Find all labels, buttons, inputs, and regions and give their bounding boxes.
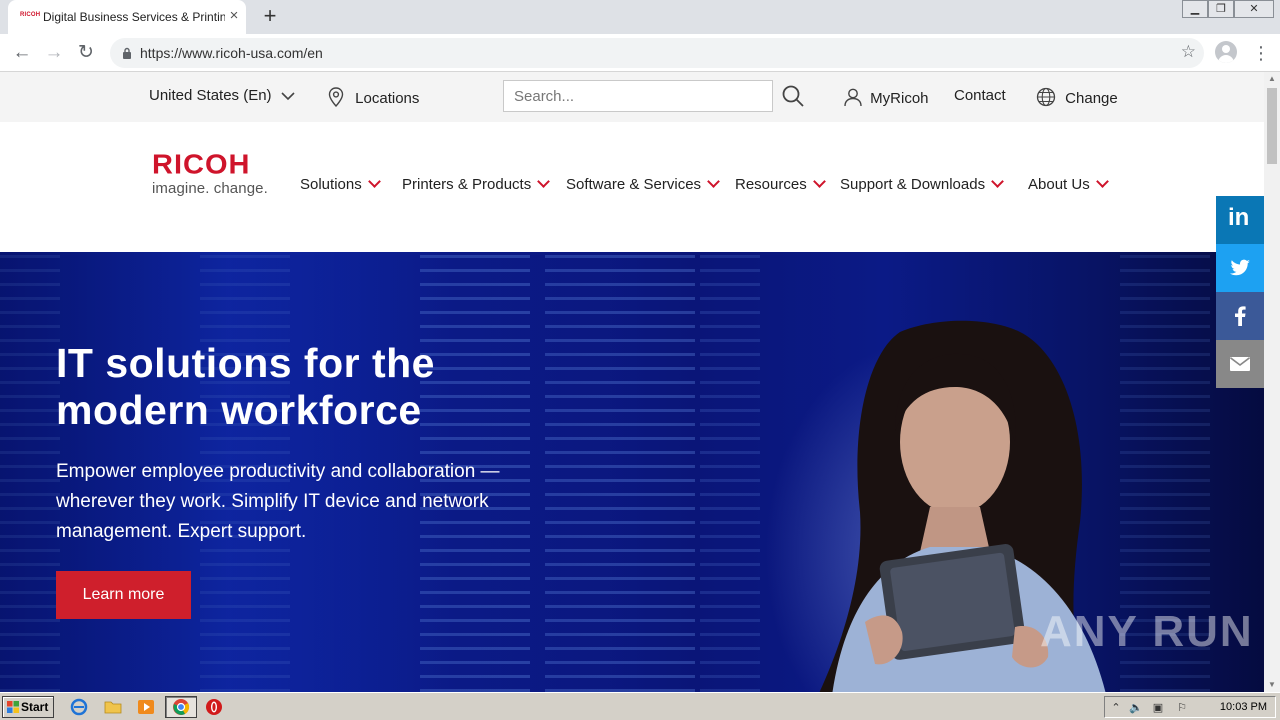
- nav-item-resources[interactable]: Resources: [735, 175, 826, 193]
- browser-tab[interactable]: RICOH Digital Business Services & Printi…: [8, 0, 246, 34]
- tab-close-icon[interactable]: ×: [226, 8, 242, 24]
- nav-label: Resources: [735, 176, 807, 193]
- email-icon: [1230, 357, 1250, 371]
- locations-link[interactable]: Locations: [327, 87, 420, 108]
- search-icon[interactable]: [781, 84, 805, 108]
- main-navigation: RICOH imagine. change. Solutions Printer…: [0, 122, 1264, 252]
- scroll-down-icon[interactable]: ▼: [1264, 678, 1280, 692]
- nav-item-solutions[interactable]: Solutions: [300, 175, 381, 193]
- nav-item-software-services[interactable]: Software & Services: [566, 175, 720, 193]
- locations-label: Locations: [355, 90, 420, 107]
- utility-bar: United States (En) Locations MyRicoh Con…: [0, 72, 1264, 122]
- scroll-up-icon[interactable]: ▲: [1264, 72, 1280, 86]
- country-selector[interactable]: United States (En): [149, 87, 296, 104]
- email-share-button[interactable]: [1216, 340, 1264, 388]
- logo-tagline: imagine. change.: [152, 180, 268, 197]
- profile-avatar-icon[interactable]: [1215, 41, 1237, 63]
- folder-icon[interactable]: [104, 698, 122, 716]
- logo-wordmark: RICOH: [152, 149, 251, 181]
- bookmark-star-icon[interactable]: ☆: [1181, 42, 1196, 62]
- browser-toolbar: ← → ↻ https://www.ricoh-usa.com/en ☆: [0, 34, 1280, 72]
- forward-arrow-icon[interactable]: →: [41, 40, 67, 66]
- tray-expand-icon[interactable]: ⌃: [1109, 701, 1123, 715]
- address-bar[interactable]: https://www.ricoh-usa.com/en ☆: [110, 38, 1204, 68]
- linkedin-icon: in: [1228, 204, 1250, 231]
- window-close-button[interactable]: ✕: [1234, 0, 1274, 18]
- hero-body: Empower employee productivity and collab…: [56, 461, 500, 542]
- globe-icon: [1036, 87, 1056, 107]
- change-region-link[interactable]: Change: [1036, 87, 1118, 107]
- network-icon[interactable]: ▣: [1151, 701, 1165, 715]
- page-scrollbar[interactable]: ▲ ▼: [1264, 72, 1280, 692]
- system-tray: ⌃ 🔈 ▣ ⚐ 10:03 PM: [1104, 696, 1276, 718]
- new-tab-button[interactable]: +: [258, 5, 282, 29]
- chrome-taskbar-button[interactable]: [165, 696, 197, 718]
- chevron-down-icon: [281, 92, 295, 101]
- nav-label: Support & Downloads: [840, 176, 986, 193]
- change-label: Change: [1065, 90, 1118, 107]
- twitter-icon: [1230, 259, 1250, 276]
- ricoh-logo[interactable]: RICOH imagine. change.: [150, 149, 285, 199]
- window-restore-button[interactable]: ❐: [1208, 0, 1234, 18]
- windows-taskbar: Start ⌃ 🔈 ▣ ⚐ 10:03 PM: [0, 692, 1280, 720]
- tab-title: Digital Business Services & Printing Sol…: [43, 10, 225, 24]
- chevron-down-icon: [812, 175, 826, 188]
- action-center-flag-icon[interactable]: ⚐: [1175, 701, 1189, 715]
- contact-link[interactable]: Contact: [954, 87, 1006, 104]
- chrome-icon: [173, 699, 190, 715]
- nav-label: About Us: [1028, 176, 1090, 193]
- opera-icon[interactable]: [205, 698, 223, 716]
- map-pin-icon: [328, 87, 344, 108]
- volume-icon[interactable]: 🔈: [1129, 701, 1143, 715]
- nav-item-about-us[interactable]: About Us: [1028, 175, 1109, 193]
- hero-banner: IT solutions for the modern workforce Em…: [0, 252, 1264, 692]
- linkedin-share-button[interactable]: in: [1216, 196, 1264, 244]
- browser-tabstrip: RICOH Digital Business Services & Printi…: [0, 0, 1280, 34]
- start-button[interactable]: Start: [2, 696, 54, 718]
- search-input[interactable]: [503, 80, 773, 112]
- anyrun-watermark: ANY RUN: [1040, 607, 1254, 656]
- start-label: Start: [21, 700, 49, 714]
- nav-item-support-downloads[interactable]: Support & Downloads: [840, 175, 1004, 193]
- lock-icon: [123, 47, 131, 59]
- twitter-share-button[interactable]: [1216, 244, 1264, 292]
- media-player-icon[interactable]: [137, 698, 155, 716]
- chevron-down-icon: [1095, 175, 1109, 188]
- nav-item-printers-products[interactable]: Printers & Products: [402, 175, 551, 193]
- nav-label: Software & Services: [566, 176, 702, 193]
- user-icon: [844, 88, 862, 107]
- nav-label: Solutions: [300, 176, 362, 193]
- chevron-down-icon: [707, 175, 720, 188]
- browser-menu-icon[interactable]: ⋮: [1252, 42, 1270, 64]
- country-label: United States (En): [149, 87, 272, 104]
- scrollbar-thumb[interactable]: [1267, 88, 1277, 164]
- tab-favicon-icon: RICOH: [20, 12, 41, 18]
- internet-explorer-icon[interactable]: [70, 698, 88, 716]
- myricoh-link[interactable]: MyRicoh: [843, 87, 929, 107]
- myricoh-label: MyRicoh: [870, 90, 929, 107]
- tray-clock: 10:03 PM: [1219, 701, 1267, 713]
- reload-icon[interactable]: ↻: [73, 40, 99, 66]
- nav-label: Printers & Products: [402, 176, 532, 193]
- back-arrow-icon[interactable]: ←: [9, 40, 35, 66]
- chevron-down-icon: [537, 175, 551, 188]
- page-viewport: United States (En) Locations MyRicoh Con…: [0, 72, 1264, 692]
- facebook-share-button[interactable]: [1216, 292, 1264, 340]
- hero-title: IT solutions for the modern workforce: [56, 340, 435, 433]
- chevron-down-icon: [991, 175, 1004, 188]
- learn-more-button[interactable]: Learn more: [56, 571, 191, 619]
- facebook-icon: [1235, 306, 1246, 326]
- server-rack-image: [700, 252, 760, 692]
- chevron-down-icon: [367, 175, 381, 188]
- windows-flag-icon: [7, 701, 19, 713]
- window-minimize-button[interactable]: ▁: [1182, 0, 1208, 18]
- url-text: https://www.ricoh-usa.com/en: [140, 45, 323, 61]
